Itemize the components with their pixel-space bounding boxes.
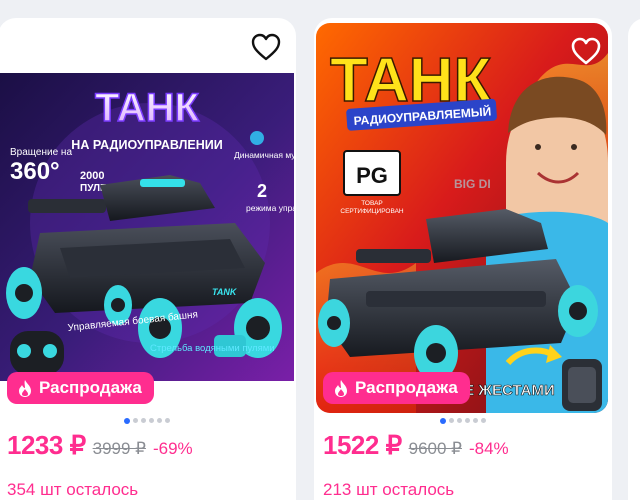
sale-badge: Распродажа xyxy=(7,372,154,404)
heart-icon[interactable] xyxy=(250,32,282,62)
next-product-card[interactable] xyxy=(628,18,640,500)
remote-illustration xyxy=(10,331,64,375)
pager-dot[interactable] xyxy=(473,418,478,423)
modes-value: 2 xyxy=(257,181,267,201)
shoot-label: Стрельба водяными пулями xyxy=(150,343,275,354)
product-image[interactable]: ТАНК НА РАДИОУПРАВЛЕНИИ Вращение на 360°… xyxy=(0,73,294,381)
current-price: 1233 ₽ xyxy=(7,430,86,460)
sale-badge: Распродажа xyxy=(323,372,470,404)
image-subtitle: НА РАДИОУПРАВЛЕНИИ xyxy=(71,138,222,152)
pager-dot[interactable] xyxy=(124,417,130,424)
discount: -69% xyxy=(152,439,193,458)
discount: -84% xyxy=(468,439,509,458)
pager-dot[interactable] xyxy=(165,418,170,423)
product-card[interactable]: ТАНК НА РАДИОУПРАВЛЕНИИ Вращение на 360°… xyxy=(0,18,296,500)
cert-line1: ТОВАР xyxy=(361,200,383,207)
sale-badge-label: Распродажа xyxy=(355,378,458,397)
pager-dot[interactable] xyxy=(133,418,138,423)
price-row: 1522 ₽ 9600 ₽ -84% xyxy=(323,430,509,461)
flame-icon xyxy=(335,379,347,397)
heart-icon[interactable] xyxy=(570,36,602,66)
pager-dot[interactable] xyxy=(449,418,454,423)
price-row: 1233 ₽ 3999 ₽ -69% xyxy=(7,430,193,461)
tank-label: TANK xyxy=(212,287,238,297)
flame-icon xyxy=(19,379,31,397)
svg-text:PG: PG xyxy=(356,163,388,188)
rotation-value: 360° xyxy=(10,158,60,185)
pager-dot[interactable] xyxy=(141,418,146,423)
current-price: 1522 ₽ xyxy=(323,430,402,460)
rotation-label: Вращение на xyxy=(10,147,72,158)
music-label: Динамичная музыка xyxy=(234,150,294,160)
pager-dot[interactable] xyxy=(481,418,486,423)
product-card[interactable]: ТАНК РАДИОУПРАВЛЯЕМЫЙ PG ТОВАР СЕРТИФИЦИ… xyxy=(314,18,612,500)
music-icon xyxy=(250,131,264,145)
bullets-value: 2000 xyxy=(80,170,104,182)
pager-dot[interactable] xyxy=(157,418,162,423)
cert-line2: СЕРТИФИЦИРОВАН xyxy=(340,208,404,215)
product-image[interactable]: ТАНК РАДИОУПРАВЛЯЕМЫЙ PG ТОВАР СЕРТИФИЦИ… xyxy=(316,23,608,413)
old-price: 3999 ₽ xyxy=(92,439,146,458)
image-pager[interactable] xyxy=(314,417,612,424)
pager-dot[interactable] xyxy=(465,418,470,423)
stock-left: 354 шт осталось xyxy=(7,480,139,499)
image-title: ТАНК xyxy=(95,86,200,130)
image-pager[interactable] xyxy=(0,417,296,424)
old-price: 9600 ₽ xyxy=(408,439,462,458)
sale-badge-label: Распродажа xyxy=(39,378,142,397)
brand-watermark: BIG DI xyxy=(454,177,491,191)
pager-dot[interactable] xyxy=(149,418,154,423)
pager-dot[interactable] xyxy=(457,418,462,423)
pager-dot[interactable] xyxy=(440,417,446,424)
stock-left: 213 шт осталось xyxy=(323,480,455,499)
modes-label: режима управления xyxy=(246,203,294,213)
